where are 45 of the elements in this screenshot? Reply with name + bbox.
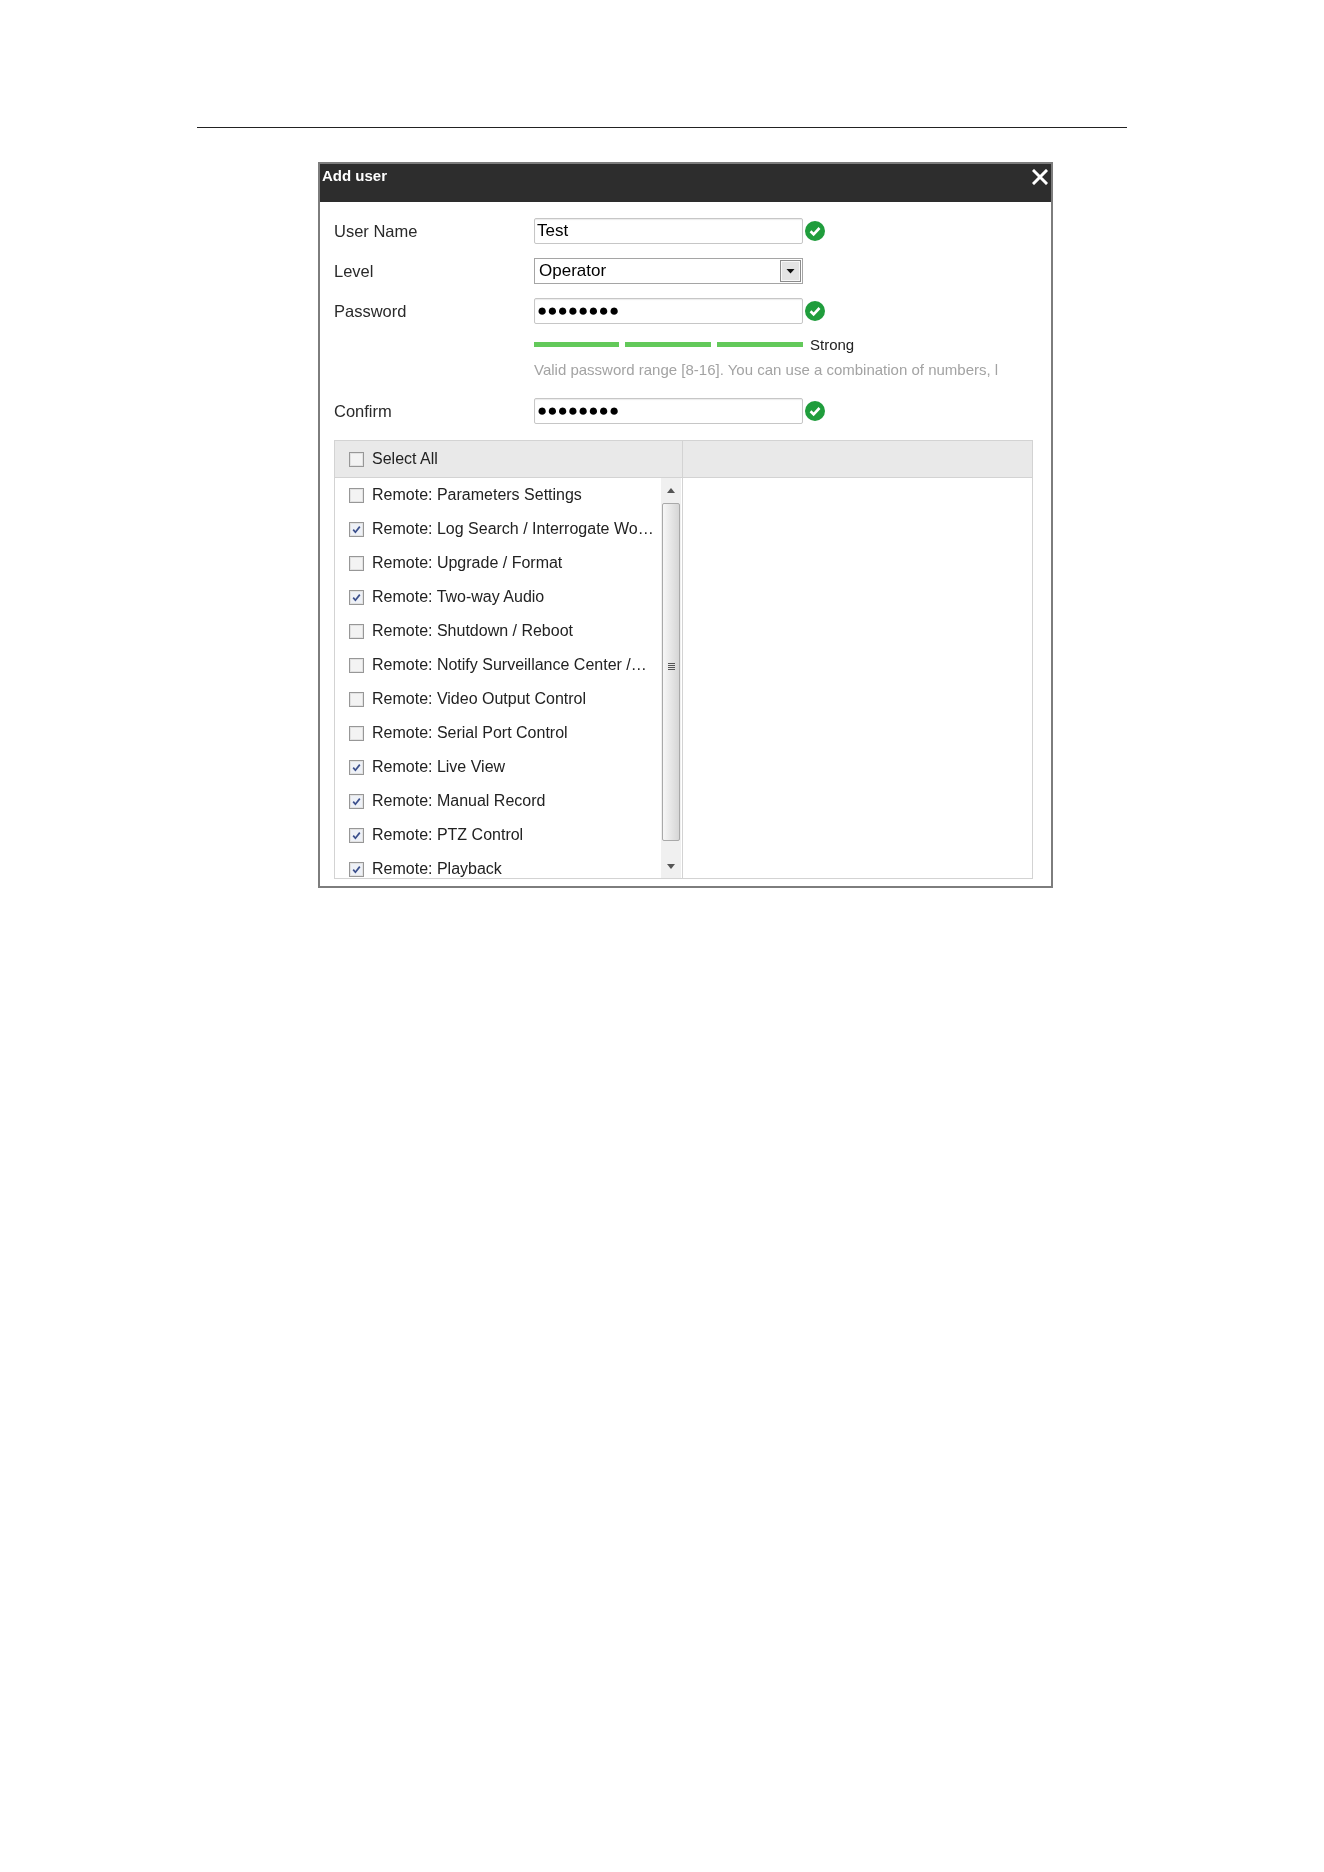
permission-label: Remote: Serial Port Control: [372, 725, 568, 741]
scrollbar-thumb[interactable]: [662, 503, 680, 841]
checkbox[interactable]: [349, 725, 364, 741]
text-field[interactable]: Test: [534, 218, 803, 244]
checkbox[interactable]: [349, 827, 364, 843]
close-button[interactable]: [1032, 169, 1048, 185]
permission-label: Remote: Upgrade / Format: [372, 555, 563, 571]
field-label: User Name: [334, 220, 419, 242]
dropdown-field[interactable]: Operator: [534, 258, 803, 284]
checkbox[interactable]: [349, 793, 364, 809]
checkbox[interactable]: [349, 487, 364, 503]
permission-label: Remote: Notify Surveillance Center /…: [372, 657, 647, 673]
field-label: Password: [334, 300, 408, 322]
permission-label: Remote: Live View: [372, 759, 506, 775]
field-label: Level: [334, 260, 375, 282]
permission-label: Remote: Video Output Control: [372, 691, 587, 707]
permission-label: Remote: PTZ Control: [372, 827, 524, 843]
password-field[interactable]: ●●●●●●●●: [534, 398, 803, 424]
password-field[interactable]: ●●●●●●●●: [534, 298, 803, 324]
permission-label: Remote: Playback: [372, 861, 502, 877]
strength-label: Strong: [810, 336, 855, 353]
permission-label: Remote: Shutdown / Reboot: [372, 623, 573, 639]
checkbox[interactable]: [349, 623, 364, 639]
permission-label: Remote: Log Search / Interrogate Wo…: [372, 521, 654, 537]
permission-label: Remote: Parameters Settings: [372, 487, 582, 503]
scroll-up-arrow-icon[interactable]: [667, 488, 675, 493]
scrollbar[interactable]: [661, 478, 681, 878]
checkbox[interactable]: [349, 555, 364, 571]
dialog-title: Add user: [322, 167, 387, 184]
checkbox[interactable]: [349, 451, 364, 467]
checkbox[interactable]: [349, 589, 364, 605]
close-icon: [1032, 169, 1048, 185]
checkbox[interactable]: [349, 521, 364, 537]
checkbox[interactable]: [349, 657, 364, 673]
checkbox[interactable]: [349, 861, 364, 877]
select-all-label: Select All: [372, 449, 438, 469]
grip-icon: [667, 663, 675, 671]
password-hint-text: Valid password range [8-16]. You can use a combination of numbers, l: [534, 361, 1000, 378]
dropdown-arrow-icon[interactable]: [780, 260, 801, 282]
checkbox[interactable]: [349, 691, 364, 707]
permission-label: Remote: Two-way Audio: [372, 589, 545, 605]
permission-label: Remote: Manual Record: [372, 793, 546, 809]
scroll-down-arrow-icon[interactable]: [667, 864, 675, 869]
checkbox[interactable]: [349, 759, 364, 775]
field-label: Confirm: [334, 400, 393, 422]
